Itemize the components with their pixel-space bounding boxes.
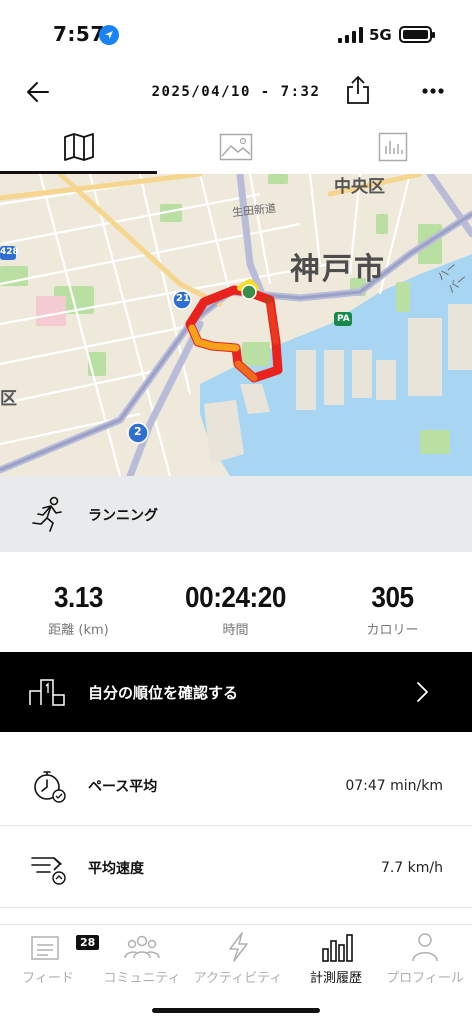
person-icon bbox=[412, 933, 438, 962]
nav-history-label: 計測履歴 bbox=[309, 971, 362, 986]
chart-icon bbox=[378, 132, 407, 162]
metric-avg-pace-value: 07:47 min/km bbox=[345, 778, 443, 794]
header: 2025/04/10 - 7:32 bbox=[0, 66, 472, 118]
tab-map[interactable] bbox=[0, 120, 157, 174]
map-label-chuo-ku: 中央区 bbox=[334, 177, 385, 197]
map-label-route-428: 428 bbox=[0, 247, 19, 257]
stat-distance: 3.13 距離 (km) bbox=[0, 582, 157, 638]
share-icon[interactable] bbox=[344, 74, 372, 106]
activity-bolt-icon bbox=[229, 932, 248, 962]
view-tabs bbox=[0, 120, 472, 174]
stat-duration-label: 時間 bbox=[222, 623, 249, 638]
stat-distance-label: 距離 (km) bbox=[48, 623, 109, 638]
stat-calories: 305 カロリー bbox=[314, 582, 471, 638]
nav-feed[interactable]: 28 フィード bbox=[14, 931, 100, 991]
route-end-marker bbox=[264, 296, 272, 304]
signal-icon bbox=[338, 27, 363, 43]
stat-duration-value: 00:24:20 bbox=[185, 582, 286, 614]
nav-activity-label: アクティビティ bbox=[193, 971, 283, 986]
map-icon bbox=[63, 133, 94, 161]
metric-avg-speed-value: 7.7 km/h bbox=[380, 860, 443, 876]
tab-charts[interactable] bbox=[314, 120, 471, 174]
check-ranking-button[interactable]: 自分の順位を確認する bbox=[0, 652, 472, 732]
stat-calories-value: 305 bbox=[371, 582, 414, 614]
map-label-kobe-shi: 神戸市 bbox=[290, 252, 386, 287]
nav-profile-label: プロフィール bbox=[386, 971, 464, 986]
stat-duration: 00:24:20 時間 bbox=[157, 582, 314, 638]
nav-community-label: コミュニティ bbox=[103, 971, 181, 986]
map-label-pa: PA bbox=[337, 314, 350, 324]
community-icon bbox=[124, 935, 160, 959]
activity-type-row: ランニング bbox=[0, 476, 472, 552]
check-ranking-label: 自分の順位を確認する bbox=[88, 684, 239, 702]
metric-avg-pace-label: ペース平均 bbox=[88, 779, 158, 795]
map-label-route-2: 2 bbox=[134, 425, 142, 438]
more-icon[interactable] bbox=[418, 78, 448, 104]
stat-calories-label: カロリー bbox=[366, 623, 419, 638]
map-label-route-21: 21 bbox=[176, 293, 190, 304]
speed-icon bbox=[31, 857, 66, 885]
activity-detail-screen: 7:57 5G 2025/04/10 - 7:32 中央区 神戸市 生田新道 P… bbox=[0, 0, 472, 1024]
map-label-ku: 区 bbox=[0, 389, 17, 409]
activity-type-label: ランニング bbox=[88, 508, 158, 524]
metric-avg-speed: 平均速度 7.7 km/h bbox=[0, 826, 472, 908]
nav-activity[interactable]: アクティビティ bbox=[190, 931, 286, 991]
route-start-marker bbox=[241, 284, 257, 300]
nav-history[interactable]: 計測履歴 bbox=[294, 931, 378, 991]
feed-icon bbox=[31, 936, 59, 960]
battery-icon bbox=[399, 26, 435, 43]
home-indicator[interactable] bbox=[152, 1008, 320, 1013]
route-map[interactable]: 中央区 神戸市 生田新道 PA 21 2 428 区 ハーバー bbox=[0, 174, 472, 476]
location-arrow-icon bbox=[99, 25, 119, 45]
nav-community[interactable]: コミュニティ bbox=[94, 931, 190, 991]
metric-avg-speed-label: 平均速度 bbox=[88, 861, 144, 877]
network-type: 5G bbox=[369, 26, 392, 44]
podium-icon bbox=[29, 679, 65, 706]
chevron-right-icon bbox=[417, 682, 428, 702]
summary-stats: 3.13 距離 (km) 00:24:20 時間 305 カロリー bbox=[0, 552, 472, 652]
stat-distance-value: 3.13 bbox=[53, 582, 103, 614]
nav-feed-label: フィード bbox=[22, 971, 74, 986]
image-icon bbox=[219, 133, 252, 161]
activity-datetime: 2025/04/10 - 7:32 bbox=[151, 84, 321, 100]
pace-icon bbox=[34, 771, 66, 803]
status-time: 7:57 bbox=[53, 22, 105, 46]
runner-icon bbox=[32, 496, 62, 532]
nav-profile[interactable]: プロフィール bbox=[378, 931, 472, 991]
status-bar: 7:57 5G bbox=[0, 0, 472, 66]
tab-photos[interactable] bbox=[157, 120, 314, 174]
bar-chart-icon bbox=[322, 934, 353, 962]
metric-avg-pace: ペース平均 07:47 min/km bbox=[0, 744, 472, 826]
